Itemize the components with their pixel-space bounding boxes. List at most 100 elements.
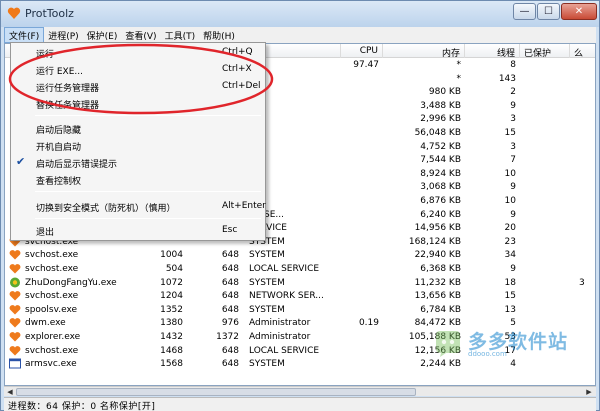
cell-extra [579, 262, 595, 276]
cell-mem: 56,048 KB [414, 128, 461, 138]
table-row[interactable]: svchost.exe 1204 648 NETWORK SER... 13,656 K… [5, 289, 595, 303]
menu-process[interactable]: 进程(P) [44, 27, 82, 43]
cell-cpu [341, 140, 379, 154]
maximize-button[interactable]: ☐ [537, 3, 560, 20]
cell-threads: 3 [510, 141, 516, 152]
menu-item-run-task-manager[interactable]: 运行任务管理器 Ctrl+Del [12, 79, 264, 94]
window-process-icon [9, 358, 21, 369]
horizontal-scrollbar[interactable]: ◀ ▶ [4, 386, 596, 396]
cell-threads: 5 [510, 318, 516, 329]
cell-extra [579, 112, 595, 126]
cell-threads: 7 [510, 155, 516, 166]
cell-cpu [341, 248, 379, 262]
menu-item-run-exe[interactable]: 运行 EXE... Ctrl+X [12, 62, 264, 77]
menu-item-label: 运行 EXE... [36, 67, 83, 77]
cell-pid: 1204 [160, 291, 183, 302]
title-bar[interactable]: ProtToolz — ☐ ✕ [1, 1, 599, 27]
cell-mem: 980 KB [428, 87, 461, 98]
cell-cpu [341, 289, 379, 303]
scroll-thumb[interactable] [16, 388, 416, 396]
cell-name: svchost.exe [25, 250, 79, 261]
cell-threads: 53 [504, 332, 516, 342]
menu-item-exit[interactable]: 退出 Esc [12, 223, 264, 238]
cell-cpu [341, 262, 379, 276]
cell-ppid: 648 [221, 359, 239, 370]
cell-mem: 22,940 KB [414, 250, 461, 261]
cell-extra [579, 85, 595, 99]
scroll-left-icon[interactable]: ◀ [5, 388, 15, 396]
menu-item-label: 运行 [36, 50, 55, 60]
menu-view[interactable]: 查看(V) [121, 27, 160, 43]
menu-item-show-error-tips[interactable]: ✔ 启动后显示错误提示 [12, 155, 264, 170]
cell-cpu [341, 344, 379, 358]
cell-threads: 15 [504, 291, 516, 302]
cell-user: LOCAL SERVICE [249, 345, 320, 356]
menu-item-view-control[interactable]: 查看控制权 [12, 172, 264, 187]
table-row[interactable]: dwm.exe 1380 976 Administrator 0.19 84,472 KB… [5, 316, 595, 330]
menu-file[interactable]: 文件(F) [4, 27, 45, 43]
cell-name: ZhuDongFangYu.exe [25, 277, 117, 288]
cell-extra [579, 194, 595, 208]
cell-cpu [341, 72, 379, 86]
cell-cpu [341, 194, 379, 208]
column-memory[interactable]: 内存 [383, 44, 465, 58]
cell-extra [579, 235, 595, 249]
cell-cpu [341, 330, 379, 344]
cell-cpu: 97.47 [353, 60, 379, 70]
cell-threads: 17 [504, 345, 516, 356]
cell-extra: 3 [579, 277, 585, 288]
cell-user: NETWORK SER... [249, 291, 324, 302]
scroll-right-icon[interactable]: ▶ [584, 388, 594, 396]
cell-threads: 23 [504, 236, 516, 247]
column-cpu[interactable]: CPU [341, 44, 383, 58]
cell-threads: 2 [510, 87, 516, 98]
menu-item-safe-mode[interactable]: 切换到安全模式（防死机）（慎用） Alt+Enter [12, 199, 266, 214]
table-row[interactable]: svchost.exe 504 648 LOCAL SERVICE 6,368 KB 9 [5, 262, 595, 276]
menu-item-label: 启动后显示错误提示 [36, 160, 118, 170]
cell-cpu [341, 235, 379, 249]
minimize-button[interactable]: — [513, 3, 536, 20]
cell-mem: * [456, 73, 462, 84]
menu-item-label: 运行任务管理器 [36, 84, 100, 94]
menu-item-autostart[interactable]: 开机自启动 [12, 138, 264, 153]
cell-threads: 3 [510, 114, 516, 125]
heart-process-icon [9, 291, 21, 301]
menu-help[interactable]: 帮助(H) [199, 27, 239, 43]
column-threads[interactable]: 线程 [465, 44, 520, 58]
menu-item-shortcut: Alt+Enter [222, 201, 266, 211]
column-extra[interactable]: 么 [570, 44, 595, 58]
cell-pid: 1072 [160, 277, 183, 288]
cell-user: SYSTEM [249, 359, 285, 370]
table-row[interactable]: armsvc.exe 1568 648 SYSTEM 2,244 KB 4 [5, 357, 595, 371]
menu-item-shortcut: Ctrl+Q [222, 47, 253, 57]
cell-mem: 8,924 KB [420, 168, 461, 179]
cell-extra [579, 289, 595, 303]
menu-item-hide-after-start[interactable]: 启动后隐藏 [12, 121, 264, 136]
table-row[interactable]: svchost.exe 1004 648 SYSTEM 22,940 KB 34 [5, 248, 595, 262]
cell-cpu [341, 153, 379, 167]
cell-mem: 12,156 KB [414, 345, 461, 356]
cell-cpu [341, 276, 379, 290]
heart-process-icon [9, 250, 21, 260]
cell-threads: 10 [504, 196, 516, 206]
cell-name: svchost.exe [25, 291, 79, 302]
table-row[interactable]: spoolsv.exe 1352 648 SYSTEM 6,784 KB 13 [5, 303, 595, 317]
cell-threads: 15 [504, 128, 516, 138]
cell-mem: * [456, 60, 462, 70]
table-row[interactable]: explorer.exe 1432 1372 Administrator 105,188… [5, 330, 595, 344]
cell-mem: 6,784 KB [420, 304, 461, 315]
cell-mem: 2,244 KB [420, 359, 461, 370]
menu-tools[interactable]: 工具(T) [161, 27, 200, 43]
menu-protect[interactable]: 保护(E) [83, 27, 122, 43]
close-button[interactable]: ✕ [561, 3, 597, 20]
cell-name: explorer.exe [25, 332, 81, 342]
cell-extra [579, 221, 595, 235]
menu-item-replace-task-manager[interactable]: 替换任务管理器 [12, 96, 264, 111]
cell-ppid: 648 [221, 291, 239, 302]
cell-pid: 1468 [160, 345, 183, 356]
heart-process-icon [9, 264, 21, 274]
table-row[interactable]: ZhuDongFangYu.exe 1072 648 SYSTEM 11,232 KB 1… [5, 276, 595, 290]
column-protected[interactable]: 已保护 [520, 44, 570, 58]
table-row[interactable]: svchost.exe 1468 648 LOCAL SERVICE 12,156 KB… [5, 344, 595, 358]
menu-item-run[interactable]: 运行 Ctrl+Q [12, 45, 264, 60]
